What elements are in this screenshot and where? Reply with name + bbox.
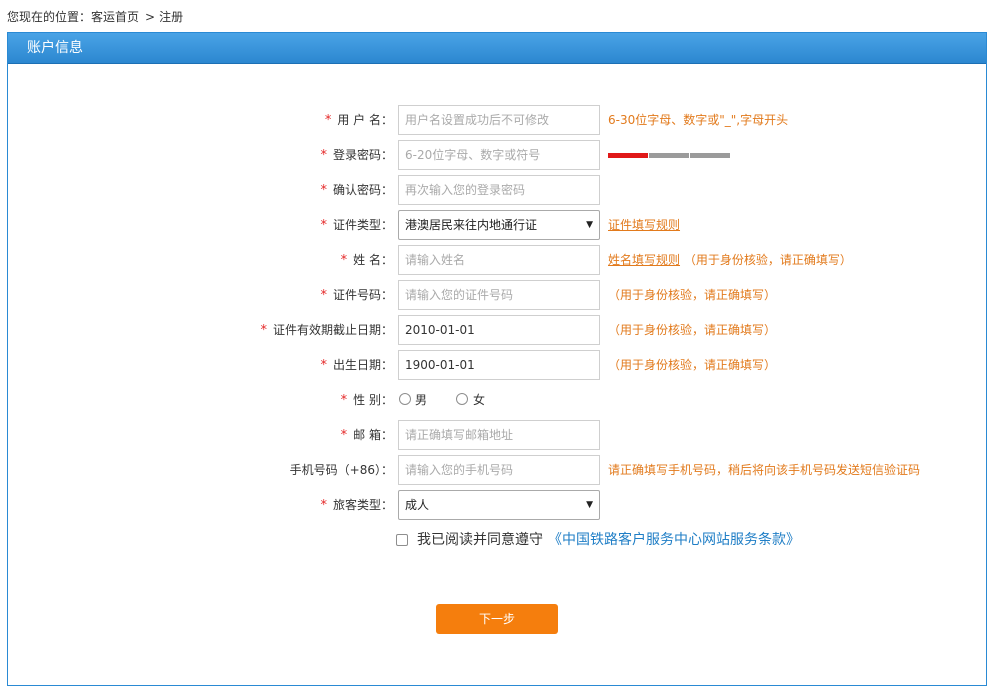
name-rule-link[interactable]: 姓名填写规则 bbox=[608, 253, 680, 267]
required-mark: * bbox=[320, 218, 327, 233]
agreement-checkbox[interactable] bbox=[396, 534, 408, 546]
username-hint: 6-30位字母、数字或"_",字母开头 bbox=[608, 113, 789, 127]
gender-label: * 性 别： bbox=[340, 393, 393, 408]
required-mark: * bbox=[320, 498, 327, 513]
breadcrumb-separator: > bbox=[145, 10, 156, 24]
breadcrumb-home-link[interactable]: 客运首页 bbox=[91, 10, 139, 24]
required-mark: * bbox=[320, 183, 327, 198]
account-info-panel: 账户信息 *用 户 名： 6-30位字母、数字或"_",字母开头 *登录密码： … bbox=[7, 32, 987, 686]
id-expiry-hint: （用于身份核验，请正确填写） bbox=[608, 323, 777, 337]
agreement-text: 我已阅读并同意遵守 bbox=[417, 532, 543, 548]
passenger-type-label: * 旅客类型： bbox=[320, 498, 393, 513]
mobile-hint: 请正确填写手机号码，稍后将向该手机号码发送短信验证码 bbox=[608, 463, 921, 477]
password-input[interactable] bbox=[398, 140, 600, 170]
gender-male-label[interactable]: 男 bbox=[415, 385, 427, 415]
id-number-hint: （用于身份核验，请正确填写） bbox=[608, 288, 777, 302]
gender-row: * 性 别： 男 女 bbox=[8, 385, 988, 415]
birth-date-hint: （用于身份核验，请正确填写） bbox=[608, 358, 777, 372]
confirm-password-label: * 确认密码： bbox=[320, 183, 393, 198]
confirm-password-input[interactable] bbox=[398, 175, 600, 205]
id-rule-link[interactable]: 证件填写规则 bbox=[608, 218, 680, 232]
name-input[interactable] bbox=[398, 245, 600, 275]
mobile-input[interactable] bbox=[398, 455, 600, 485]
required-mark: * bbox=[340, 428, 348, 443]
strength-bar-weak bbox=[608, 153, 648, 158]
name-label: * 姓 名： bbox=[340, 253, 393, 268]
required-mark: * bbox=[320, 148, 327, 163]
id-expiry-input[interactable] bbox=[398, 315, 600, 345]
password-strength-meter bbox=[608, 153, 731, 158]
strength-bar-strong bbox=[690, 153, 730, 158]
username-row: *用 户 名： 6-30位字母、数字或"_",字母开头 bbox=[8, 105, 988, 135]
username-input[interactable] bbox=[398, 105, 600, 135]
passenger-type-value: 成人 bbox=[405, 498, 430, 512]
confirm-password-row: * 确认密码： bbox=[8, 175, 988, 205]
name-row: *姓 名： 姓名填写规则 （用于身份核验，请正确填写） bbox=[8, 245, 988, 275]
birth-date-label: * 出生日期： bbox=[320, 358, 393, 373]
terms-link[interactable]: 《中国铁路客户服务中心网站服务条款》 bbox=[548, 525, 800, 555]
panel-title: 账户信息 bbox=[8, 33, 986, 64]
name-hint-text: （用于身份核验，请正确填写） bbox=[683, 253, 852, 267]
password-row: * 登录密码： bbox=[8, 140, 988, 170]
id-expiry-label: * 证件有效期截止日期： bbox=[260, 323, 393, 338]
id-type-label: * 证件类型： bbox=[320, 218, 393, 233]
required-mark: * bbox=[324, 113, 332, 128]
id-type-select[interactable]: 港澳居民来往内地通行证 ▼ bbox=[398, 210, 600, 240]
email-input[interactable] bbox=[398, 420, 600, 450]
dropdown-arrow-icon: ▼ bbox=[586, 220, 593, 230]
id-expiry-row: *证件有效期截止日期： （用于身份核验，请正确填写） bbox=[8, 315, 988, 345]
required-mark: * bbox=[320, 358, 327, 373]
passenger-type-row: * 旅客类型： 成人 ▼ bbox=[8, 490, 988, 520]
mobile-row: 手机号码（+86）： 请正确填写手机号码，稍后将向该手机号码发送短信验证码 bbox=[8, 455, 988, 485]
required-mark: * bbox=[340, 253, 348, 268]
email-label: * 邮 箱： bbox=[340, 428, 393, 443]
required-mark: * bbox=[260, 323, 267, 338]
dropdown-arrow-icon: ▼ bbox=[586, 500, 593, 510]
gender-male-radio[interactable] bbox=[399, 393, 411, 405]
username-label: * 用 户 名： bbox=[324, 113, 393, 128]
email-row: * 邮 箱： bbox=[8, 420, 988, 450]
breadcrumb-current: 注册 bbox=[159, 10, 184, 24]
required-mark: * bbox=[340, 393, 348, 408]
id-number-input[interactable] bbox=[398, 280, 600, 310]
strength-bar-medium bbox=[649, 153, 689, 158]
required-mark: * bbox=[320, 288, 327, 303]
mobile-label: 手机号码（+86）： bbox=[289, 463, 393, 477]
id-number-row: *证件号码： （用于身份核验，请正确填写） bbox=[8, 280, 988, 310]
birth-date-row: *出生日期： （用于身份核验，请正确填写） bbox=[8, 350, 988, 380]
id-number-label: * 证件号码： bbox=[320, 288, 393, 303]
breadcrumb-prefix: 您现在的位置： bbox=[7, 10, 92, 24]
name-hint: 姓名填写规则 （用于身份核验，请正确填写） bbox=[608, 245, 852, 275]
id-rule-hint: 证件填写规则 bbox=[608, 210, 680, 240]
next-step-button[interactable]: 下一步 bbox=[436, 604, 558, 634]
breadcrumb: 您现在的位置：客运首页 > 注册 bbox=[7, 9, 183, 25]
birth-date-input[interactable] bbox=[398, 350, 600, 380]
id-type-value: 港澳居民来往内地通行证 bbox=[405, 218, 538, 232]
gender-female-radio[interactable] bbox=[456, 393, 468, 405]
gender-female-label[interactable]: 女 bbox=[473, 385, 485, 415]
passenger-type-select[interactable]: 成人 ▼ bbox=[398, 490, 600, 520]
id-type-row: * 证件类型： 港澳居民来往内地通行证 ▼ 证件填写规则 bbox=[8, 210, 988, 240]
password-label: * 登录密码： bbox=[320, 148, 393, 163]
